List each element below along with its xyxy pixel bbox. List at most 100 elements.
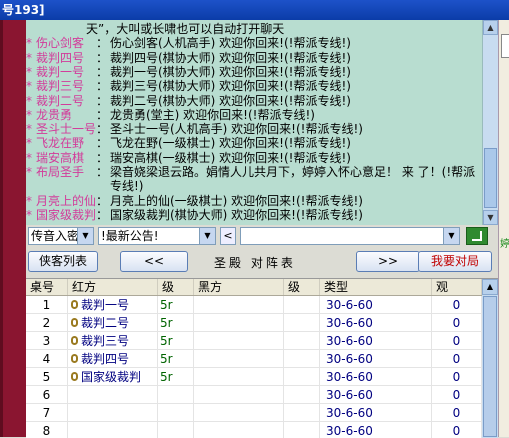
chat-message: 伤心剑客(人机高手) 欢迎你回来!(!帮派专线!): [110, 36, 351, 51]
table-row[interactable]: 1 裁判一号 5r 30-6-60 0: [26, 296, 482, 314]
right-side-panel: 婷: [498, 20, 509, 437]
scroll-up-icon[interactable]: ▲: [483, 20, 498, 35]
chat-input[interactable]: ▼: [240, 227, 460, 245]
next-page-button[interactable]: >>: [356, 251, 420, 272]
chat-star: *: [26, 207, 32, 222]
table-row[interactable]: 8 30-6-60 0: [26, 422, 482, 438]
column-header[interactable]: 红方: [68, 279, 158, 295]
chat-colon: ：: [96, 50, 109, 65]
table-cell-no: 5: [26, 368, 68, 386]
scroll-up-icon[interactable]: ▲: [482, 279, 498, 295]
table-cell-black: [194, 314, 284, 332]
table-cell-view: 0: [432, 404, 482, 422]
table-scrollbar[interactable]: ▲: [482, 279, 498, 438]
chat-colon: ：: [96, 165, 109, 179]
column-header[interactable]: 级: [284, 279, 320, 295]
table-cell-text: 4: [42, 352, 51, 366]
chat-sender: 国家级裁判: [36, 207, 97, 222]
chat-message: 国家级裁判(棋协大师) 欢迎你回来!(!帮派专线!): [110, 207, 363, 222]
match-table: 桌号 红方级黑方级类型观 1 裁判一号 5r 30-6-60 0 2 裁判二号 5r 30-6-6…: [26, 278, 498, 438]
send-icon: [472, 231, 482, 241]
chat-star: *: [26, 165, 32, 179]
table-cell-text: 1: [42, 298, 51, 312]
table-cell-black: [194, 296, 284, 314]
scroll-thumb[interactable]: [484, 148, 497, 208]
table-cell-type: 30-6-60: [320, 296, 432, 314]
chat-sender: 伤心剑客: [36, 36, 85, 51]
history-prev-button[interactable]: <: [220, 227, 236, 245]
table-cell-blvl: [284, 350, 320, 368]
chat-star: *: [26, 50, 32, 65]
column-header[interactable]: 桌号: [26, 279, 68, 295]
column-header[interactable]: 级: [158, 279, 194, 295]
side-tab[interactable]: [501, 34, 509, 58]
column-header[interactable]: 类型: [320, 279, 432, 295]
table-cell-blvl: [284, 332, 320, 350]
table-cell-view: 0: [432, 350, 482, 368]
table-cell-no: 7: [26, 404, 68, 422]
column-header[interactable]: 观: [432, 279, 482, 295]
table-cell-text: 5: [42, 370, 51, 384]
table-cell-lvl: [158, 386, 194, 404]
table-row[interactable]: 7 30-6-60 0: [26, 404, 482, 422]
window-titlebar: 号193]: [0, 0, 509, 20]
table-cell-blvl: [284, 368, 320, 386]
scroll-down-icon[interactable]: ▼: [483, 210, 498, 225]
chat-colon: ：: [96, 64, 109, 79]
chat-scrollbar[interactable]: ▲ ▼: [482, 20, 498, 225]
chat-line: * 国家级裁判： 国家级裁判(棋协大师) 欢迎你回来!(!帮派专线!): [26, 208, 363, 223]
send-button[interactable]: [466, 227, 488, 245]
table-cell-text: 30-6-60: [326, 316, 373, 330]
chat-message: 裁判四号(棋协大师) 欢迎你回来!(!帮派专线!): [110, 50, 351, 65]
left-panel-stripe: [0, 20, 3, 437]
table-row[interactable]: 4 裁判四号 5r 30-6-60 0: [26, 350, 482, 368]
table-cell-blvl: [284, 314, 320, 332]
table-cell-lvl: 5r: [158, 368, 194, 386]
chat-line: * 裁判四号 ：裁判四号(棋协大师) 欢迎你回来!(!帮派专线!): [26, 51, 351, 66]
chat-message: 梁音娆梁退云路。娟情人儿共月下，婷婷入怀心意足！ 来 了！(!帮派: [110, 165, 476, 179]
table-row[interactable]: 5 国家级裁判 5r 30-6-60 0: [26, 368, 482, 386]
chat-sender: 裁判二号: [36, 93, 85, 108]
table-cell-text: 3: [42, 334, 51, 348]
table-row[interactable]: 3 裁判三号 5r 30-6-60 0: [26, 332, 482, 350]
chat-star: *: [26, 193, 32, 208]
chat-colon: ：: [96, 79, 109, 94]
prev-page-button[interactable]: <<: [120, 251, 188, 272]
table-cell-text: 裁判四号: [81, 352, 130, 366]
channel-select[interactable]: 传音入密 ▼: [28, 227, 94, 245]
column-header[interactable]: 黑方: [194, 279, 284, 295]
chevron-down-icon[interactable]: ▼: [199, 228, 215, 244]
paperclip-icon: [70, 371, 80, 383]
table-cell-text: 0: [452, 352, 461, 366]
window-title: 号193]: [2, 3, 45, 17]
table-cell-text: 2: [42, 316, 51, 330]
chat-line: * 布局圣手 ：梁音娆梁退云路。娟情人儿共月下，婷婷入怀心意足！ 来 了！(!帮派: [26, 165, 475, 180]
table-row[interactable]: 2 裁判二号 5r 30-6-60 0: [26, 314, 482, 332]
table-cell-view: 0: [432, 368, 482, 386]
announce-select[interactable]: !最新公告! ▼: [98, 227, 216, 245]
paperclip-icon: [70, 353, 80, 365]
chat-colon: ：: [96, 207, 109, 222]
guest-list-button[interactable]: 侠客列表: [28, 251, 98, 272]
table-cell-red: 裁判一号: [68, 296, 158, 314]
chat-line: * 龙贵勇 ：龙贵勇(堂主) 欢迎你回来!(!帮派专线!): [26, 108, 315, 123]
channel-select-value: 传音入密: [31, 229, 80, 243]
table-row[interactable]: 6 30-6-60 0: [26, 386, 482, 404]
table-cell-type: 30-6-60: [320, 422, 432, 438]
chat-sender: 裁判四号: [36, 50, 85, 65]
chat-message: 裁判三号(棋协大师) 欢迎你回来!(!帮派专线!): [110, 79, 351, 94]
table-cell-text: 5r: [160, 352, 173, 366]
table-cell-text: 30-6-60: [326, 298, 373, 312]
chat-colon: ：: [96, 193, 109, 208]
chat-star: *: [26, 79, 32, 94]
chat-line: * 飞龙在野 ：飞龙在野(一级棋士) 欢迎你回来!(!帮派专线!): [26, 136, 351, 151]
scroll-thumb[interactable]: [483, 296, 497, 437]
prev-arrow-label: <: [223, 229, 233, 242]
chevron-down-icon[interactable]: ▼: [77, 228, 93, 244]
table-cell-type: 30-6-60: [320, 314, 432, 332]
chat-line: * 伤心剑客 ：伤心剑客(人机高手) 欢迎你回来!(!帮派专线!): [26, 36, 351, 51]
paperclip-icon: [70, 317, 80, 329]
chevron-down-icon[interactable]: ▼: [443, 228, 459, 244]
find-match-button[interactable]: 我要对局: [418, 251, 492, 272]
chat-sender: 瑞安高棋: [36, 150, 85, 165]
